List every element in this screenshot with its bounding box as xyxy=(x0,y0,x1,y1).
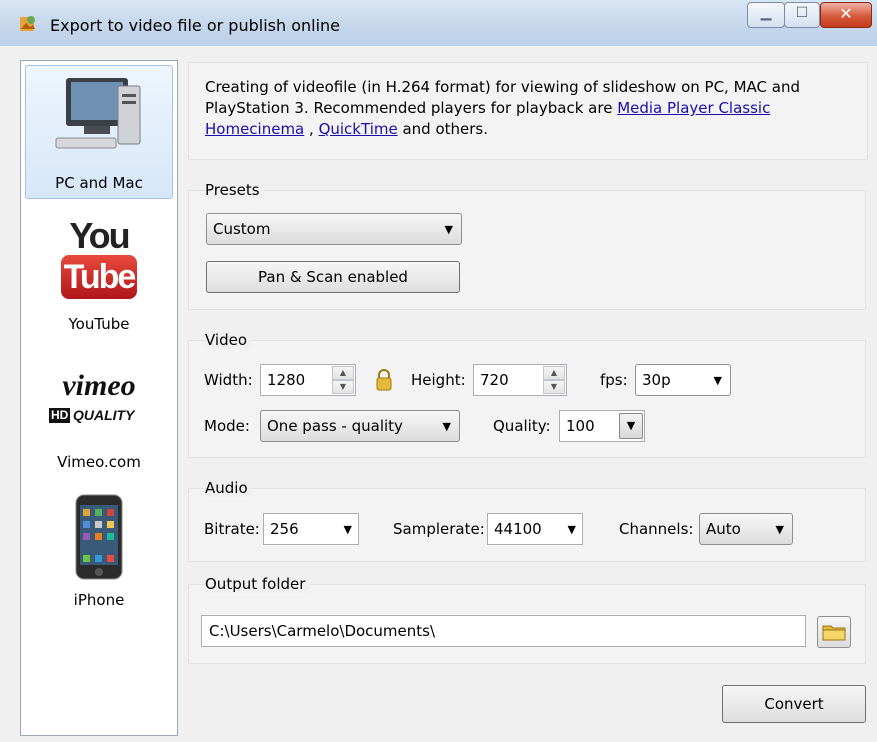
vimeo-logo: vimeo HD QUALITY xyxy=(35,369,163,429)
quality-value: 100 xyxy=(566,417,595,435)
pc-icon xyxy=(55,78,141,149)
sidebar-item-label: iPhone xyxy=(73,591,125,609)
description-text: Creating of videofile (in H.264 format) … xyxy=(205,77,835,140)
height-down-button[interactable]: ▼ xyxy=(543,380,565,394)
audio-title: Audio xyxy=(205,479,252,497)
width-input[interactable]: 1280 ▲ ▼ xyxy=(260,364,356,396)
samplerate-select[interactable]: 44100 ▼ xyxy=(487,513,583,545)
output-folder-title: Output folder xyxy=(205,575,310,593)
mode-value: One pass - quality xyxy=(267,417,403,435)
presets-group: Presets Custom ▼ Pan & Scan enabled xyxy=(188,181,866,310)
chevron-down-icon: ▼ xyxy=(713,374,722,387)
convert-button[interactable]: Convert xyxy=(722,685,866,723)
preset-select[interactable]: Custom ▼ xyxy=(206,213,462,245)
vimeo-logo-word: vimeo xyxy=(62,369,136,402)
output-folder-path: C:\Users\Carmelo\Documents\ xyxy=(209,622,436,640)
export-dialog: Export to video file or publish online ▁… xyxy=(0,0,877,742)
mode-label: Mode: xyxy=(204,417,250,435)
sidebar-item-vimeo[interactable]: vimeo HD QUALITY Vimeo.com xyxy=(25,357,173,481)
sidebar-item-label: PC and Mac xyxy=(55,174,143,192)
vimeo-hd-quality: HD QUALITY xyxy=(49,407,159,425)
pan-scan-button[interactable]: Pan & Scan enabled xyxy=(206,261,460,293)
sidebar-item-youtube[interactable]: You Tube YouTube xyxy=(25,211,173,341)
sidebar-item-label: Vimeo.com xyxy=(57,453,141,471)
height-up-button[interactable]: ▲ xyxy=(543,366,565,380)
bitrate-select[interactable]: 256 ▼ xyxy=(263,513,359,545)
chevron-down-icon: ▼ xyxy=(343,523,352,536)
quality-label: Quality: xyxy=(493,417,551,435)
bitrate-value: 256 xyxy=(270,520,299,538)
chevron-down-icon: ▼ xyxy=(567,523,576,536)
output-folder-input[interactable]: C:\Users\Carmelo\Documents\ xyxy=(201,615,806,647)
mode-select[interactable]: One pass - quality ▼ xyxy=(260,410,460,442)
preset-value: Custom xyxy=(213,220,271,238)
channels-select[interactable]: Auto ▼ xyxy=(699,513,793,545)
height-label: Height: xyxy=(411,371,466,389)
fps-value: 30p xyxy=(642,371,671,389)
chevron-down-icon: ▼ xyxy=(775,523,784,536)
video-group: Video Width: 1280 ▲ ▼ Height: 720 ▲ ▼ fps:… xyxy=(188,331,866,458)
width-value: 1280 xyxy=(267,371,306,389)
youtube-logo-tube: Tube xyxy=(61,255,137,299)
video-title: Video xyxy=(205,331,252,349)
title-bar: Export to video file or publish online ▁… xyxy=(0,0,877,46)
export-target-list: PC and Mac You Tube YouTube vimeo HD QUA… xyxy=(20,60,178,736)
close-icon: ✕ xyxy=(839,4,853,23)
height-spinner: ▲ ▼ xyxy=(543,366,565,394)
fps-label: fps: xyxy=(600,371,628,389)
presets-title: Presets xyxy=(205,181,264,199)
width-spinner: ▲ ▼ xyxy=(332,366,354,394)
app-icon xyxy=(20,16,35,31)
fps-select[interactable]: 30p ▼ xyxy=(635,364,731,396)
description-panel: Creating of videofile (in H.264 format) … xyxy=(188,62,868,160)
youtube-logo: You Tube xyxy=(55,215,143,303)
bitrate-label: Bitrate: xyxy=(204,520,260,538)
height-value: 720 xyxy=(480,371,509,389)
sidebar-item-pc-and-mac[interactable]: PC and Mac xyxy=(25,65,173,199)
audio-group: Audio Bitrate: 256 ▼ Samplerate: 44100 ▼… xyxy=(188,479,866,562)
sidebar-item-label: YouTube xyxy=(68,315,130,333)
folder-icon xyxy=(822,625,846,641)
window-title: Export to video file or publish online xyxy=(50,16,341,35)
width-down-button[interactable]: ▼ xyxy=(332,380,354,394)
vimeo-quality-text: QUALITY xyxy=(73,407,135,423)
chevron-down-icon: ▼ xyxy=(442,420,451,433)
samplerate-label: Samplerate: xyxy=(393,520,485,538)
quality-input[interactable]: 100 ▼ xyxy=(559,410,645,442)
samplerate-value: 44100 xyxy=(494,520,542,538)
channels-value: Auto xyxy=(706,520,741,538)
height-input[interactable]: 720 ▲ ▼ xyxy=(473,364,567,396)
channels-label: Channels: xyxy=(619,520,694,538)
chevron-down-icon: ▼ xyxy=(444,223,453,236)
maximize-button[interactable]: ☐ xyxy=(784,2,820,28)
description-separator: , xyxy=(304,120,319,138)
quicktime-link[interactable]: QuickTime xyxy=(319,120,398,138)
browse-folder-button[interactable] xyxy=(817,616,851,648)
minimize-button[interactable]: ▁ xyxy=(747,2,785,28)
vimeo-hd-badge: HD xyxy=(49,408,71,423)
aspect-lock-icon[interactable] xyxy=(375,369,393,391)
close-button[interactable]: ✕ xyxy=(820,2,872,28)
maximize-icon: ☐ xyxy=(795,5,809,21)
iphone-icon xyxy=(75,494,123,580)
quality-dropdown-button[interactable]: ▼ xyxy=(619,413,643,439)
description-outro: and others. xyxy=(397,120,489,138)
sidebar-item-iphone[interactable]: iPhone xyxy=(25,493,173,617)
output-folder-group: Output folder C:\Users\Carmelo\Documents… xyxy=(188,575,866,664)
width-up-button[interactable]: ▲ xyxy=(332,366,354,380)
width-label: Width: xyxy=(204,371,253,389)
youtube-logo-you: You xyxy=(69,215,130,256)
minimize-icon: ▁ xyxy=(760,5,772,21)
